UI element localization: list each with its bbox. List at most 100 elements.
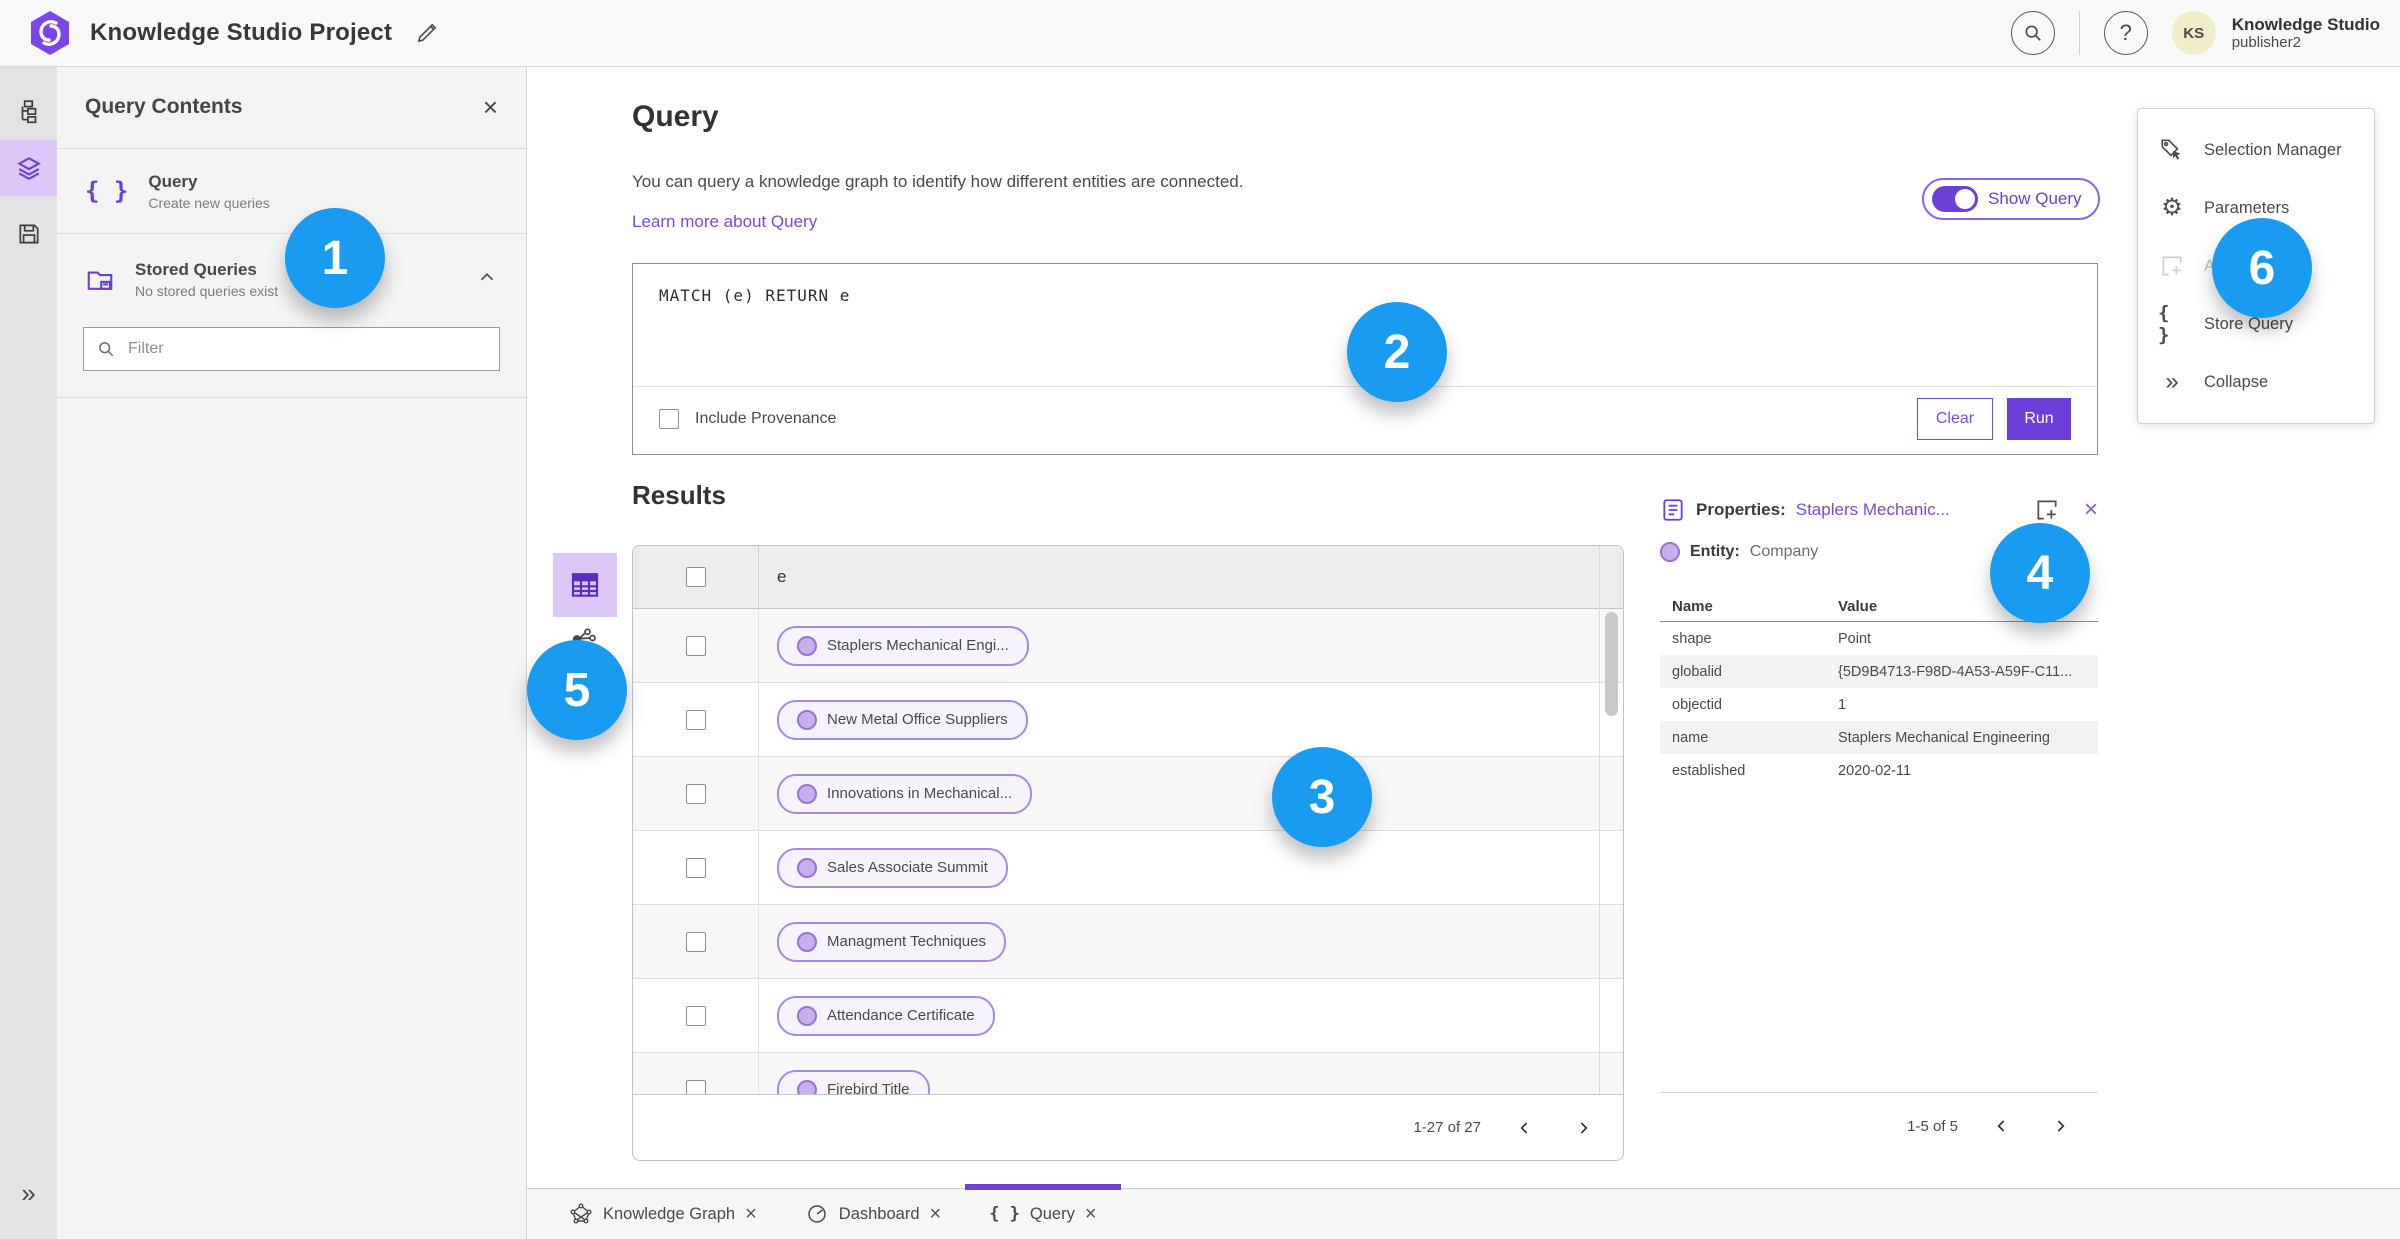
table-row[interactable]: Innovations in Mechanical...	[633, 757, 1623, 831]
property-name: shape	[1672, 630, 1712, 647]
data-model-icon	[21, 100, 36, 124]
property-name: established	[1672, 762, 1746, 779]
properties-entity-link[interactable]: Staplers Mechanic...	[1796, 500, 1950, 520]
rail-layers-button[interactable]	[0, 140, 57, 196]
rail-save-button[interactable]	[0, 206, 57, 262]
table-row[interactable]: Attendance Certificate	[633, 979, 1623, 1053]
tab-close-icon[interactable]: ×	[1085, 1204, 1097, 1224]
table-row[interactable]: Managment Techniques	[633, 905, 1623, 979]
table-view-icon	[571, 573, 599, 597]
help-button[interactable]: ?	[2103, 11, 2148, 55]
row-checkbox[interactable]	[685, 857, 706, 878]
row-checkbox[interactable]	[685, 783, 706, 804]
collapse-label: Collapse	[2204, 372, 2269, 391]
clear-button[interactable]: Clear	[1917, 397, 1993, 440]
property-row: established 2020-02-11	[1660, 754, 2098, 787]
property-value: 1	[1838, 696, 1847, 713]
show-query-label: Show Query	[1988, 189, 2082, 208]
entity-pill[interactable]: Managment Techniques	[777, 921, 1006, 962]
stored-queries-subtitle: No stored queries exist	[135, 283, 279, 299]
rail-expand-button[interactable]: »	[0, 1178, 57, 1209]
user-block[interactable]: Knowledge Studio publisher2	[2232, 15, 2380, 52]
search-button[interactable]	[2010, 11, 2055, 55]
stored-queries-title: Stored Queries	[135, 260, 257, 279]
properties-next-page-button[interactable]	[2046, 1112, 2074, 1140]
entity-pill-label: Attendance Certificate	[827, 1007, 975, 1024]
properties-close-icon[interactable]: ×	[2084, 498, 2098, 522]
chevron-right-icon	[1580, 1121, 1588, 1134]
include-provenance-checkbox[interactable]	[659, 408, 679, 429]
run-button[interactable]: Run	[2007, 397, 2071, 440]
selection-manager-item[interactable]: Selection Manager	[2138, 121, 2374, 179]
query-heading: Query	[632, 100, 719, 133]
results-next-page-button[interactable]	[1569, 1114, 1597, 1142]
parameters-label: Parameters	[2204, 198, 2290, 217]
entity-label: Entity:	[1690, 543, 1740, 560]
table-row[interactable]: Firebird Title	[633, 1053, 1623, 1094]
chevron-left-icon	[1997, 1120, 2005, 1132]
row-checkbox[interactable]	[685, 1079, 706, 1094]
entity-pill[interactable]: Innovations in Mechanical...	[777, 773, 1033, 814]
tab-query-active[interactable]: { } Query ×	[965, 1184, 1121, 1239]
query-item[interactable]: { } Query Create new queries	[57, 149, 526, 233]
tab-label: Knowledge Graph	[603, 1204, 736, 1223]
collapse-section-button[interactable]	[476, 266, 498, 293]
tab-close-icon[interactable]: ×	[745, 1204, 757, 1224]
filter-input[interactable]	[126, 339, 487, 359]
layers-icon	[16, 157, 41, 181]
tab-knowledge-graph[interactable]: Knowledge Graph ×	[545, 1189, 781, 1239]
panel-close-icon[interactable]: ×	[483, 94, 498, 120]
query-description: You can query a knowledge graph to ident…	[632, 172, 1244, 191]
row-checkbox[interactable]	[685, 931, 706, 952]
entity-pill[interactable]: Firebird Title	[777, 1069, 930, 1094]
row-checkbox-cell	[633, 831, 759, 904]
user-avatar[interactable]: KS	[2171, 11, 2216, 55]
tab-close-icon[interactable]: ×	[930, 1204, 942, 1224]
results-prev-page-button[interactable]	[1511, 1114, 1539, 1142]
collapse-item[interactable]: » Collapse	[2138, 353, 2374, 411]
row-checkbox[interactable]	[685, 709, 706, 730]
entity-dot-icon	[797, 709, 817, 730]
callout-badge-2: 2	[1347, 302, 1447, 402]
toggle-knob	[1955, 189, 1975, 209]
scrollbar-thumb[interactable]	[1605, 612, 1618, 716]
dashboard-gauge-icon	[808, 1205, 826, 1223]
add-to-selection-icon[interactable]	[2034, 497, 2060, 523]
entity-pill-label: Managment Techniques	[827, 933, 986, 950]
entity-pill[interactable]: Attendance Certificate	[777, 995, 995, 1036]
row-checkbox[interactable]	[685, 635, 706, 656]
table-view-button[interactable]	[553, 553, 617, 617]
row-checkbox-cell	[633, 683, 759, 756]
entity-pill-label: Innovations in Mechanical...	[827, 785, 1013, 802]
entity-type-value: Company	[1749, 543, 1819, 560]
table-row[interactable]: Sales Associate Summit	[633, 831, 1623, 905]
tab-dashboard[interactable]: Dashboard ×	[781, 1189, 965, 1239]
properties-label: Properties:	[1696, 500, 1786, 519]
view-tab-bar: Knowledge Graph × Dashboard × { } Query …	[527, 1184, 2400, 1239]
select-all-checkbox[interactable]	[685, 567, 706, 587]
entity-pill[interactable]: New Metal Office Suppliers	[777, 699, 1028, 740]
rail-data-model-button[interactable]	[0, 84, 57, 140]
table-row[interactable]: Staplers Mechanical Engi...	[633, 609, 1623, 683]
properties-doc-icon	[1663, 499, 1683, 521]
property-name: globalid	[1672, 663, 1722, 680]
entity-pill-label: New Metal Office Suppliers	[827, 711, 1008, 728]
entity-dot-icon	[797, 857, 817, 878]
row-checkbox[interactable]	[685, 1005, 706, 1026]
braces-icon: { }	[2158, 302, 2170, 346]
property-row: shape Point	[1660, 622, 2098, 655]
value-column-header: Value	[1838, 597, 1878, 615]
callout-badge-3: 3	[1272, 747, 1372, 847]
learn-more-link[interactable]: Learn more about Query	[632, 212, 817, 232]
filter-box[interactable]	[83, 327, 500, 371]
results-heading: Results	[632, 480, 726, 510]
properties-prev-page-button[interactable]	[1988, 1112, 2016, 1140]
results-table: e Staplers Mechanical Engi... New Metal …	[632, 545, 1624, 1161]
entity-pill[interactable]: Staplers Mechanical Engi...	[777, 625, 1029, 666]
edit-title-pencil-icon[interactable]	[414, 20, 440, 46]
entity-type-dot-icon	[1660, 542, 1680, 562]
include-provenance-label: Include Provenance	[695, 409, 837, 427]
table-row[interactable]: New Metal Office Suppliers	[633, 683, 1623, 757]
entity-pill[interactable]: Sales Associate Summit	[777, 847, 1008, 888]
show-query-toggle[interactable]: Show Query	[1922, 178, 2100, 220]
